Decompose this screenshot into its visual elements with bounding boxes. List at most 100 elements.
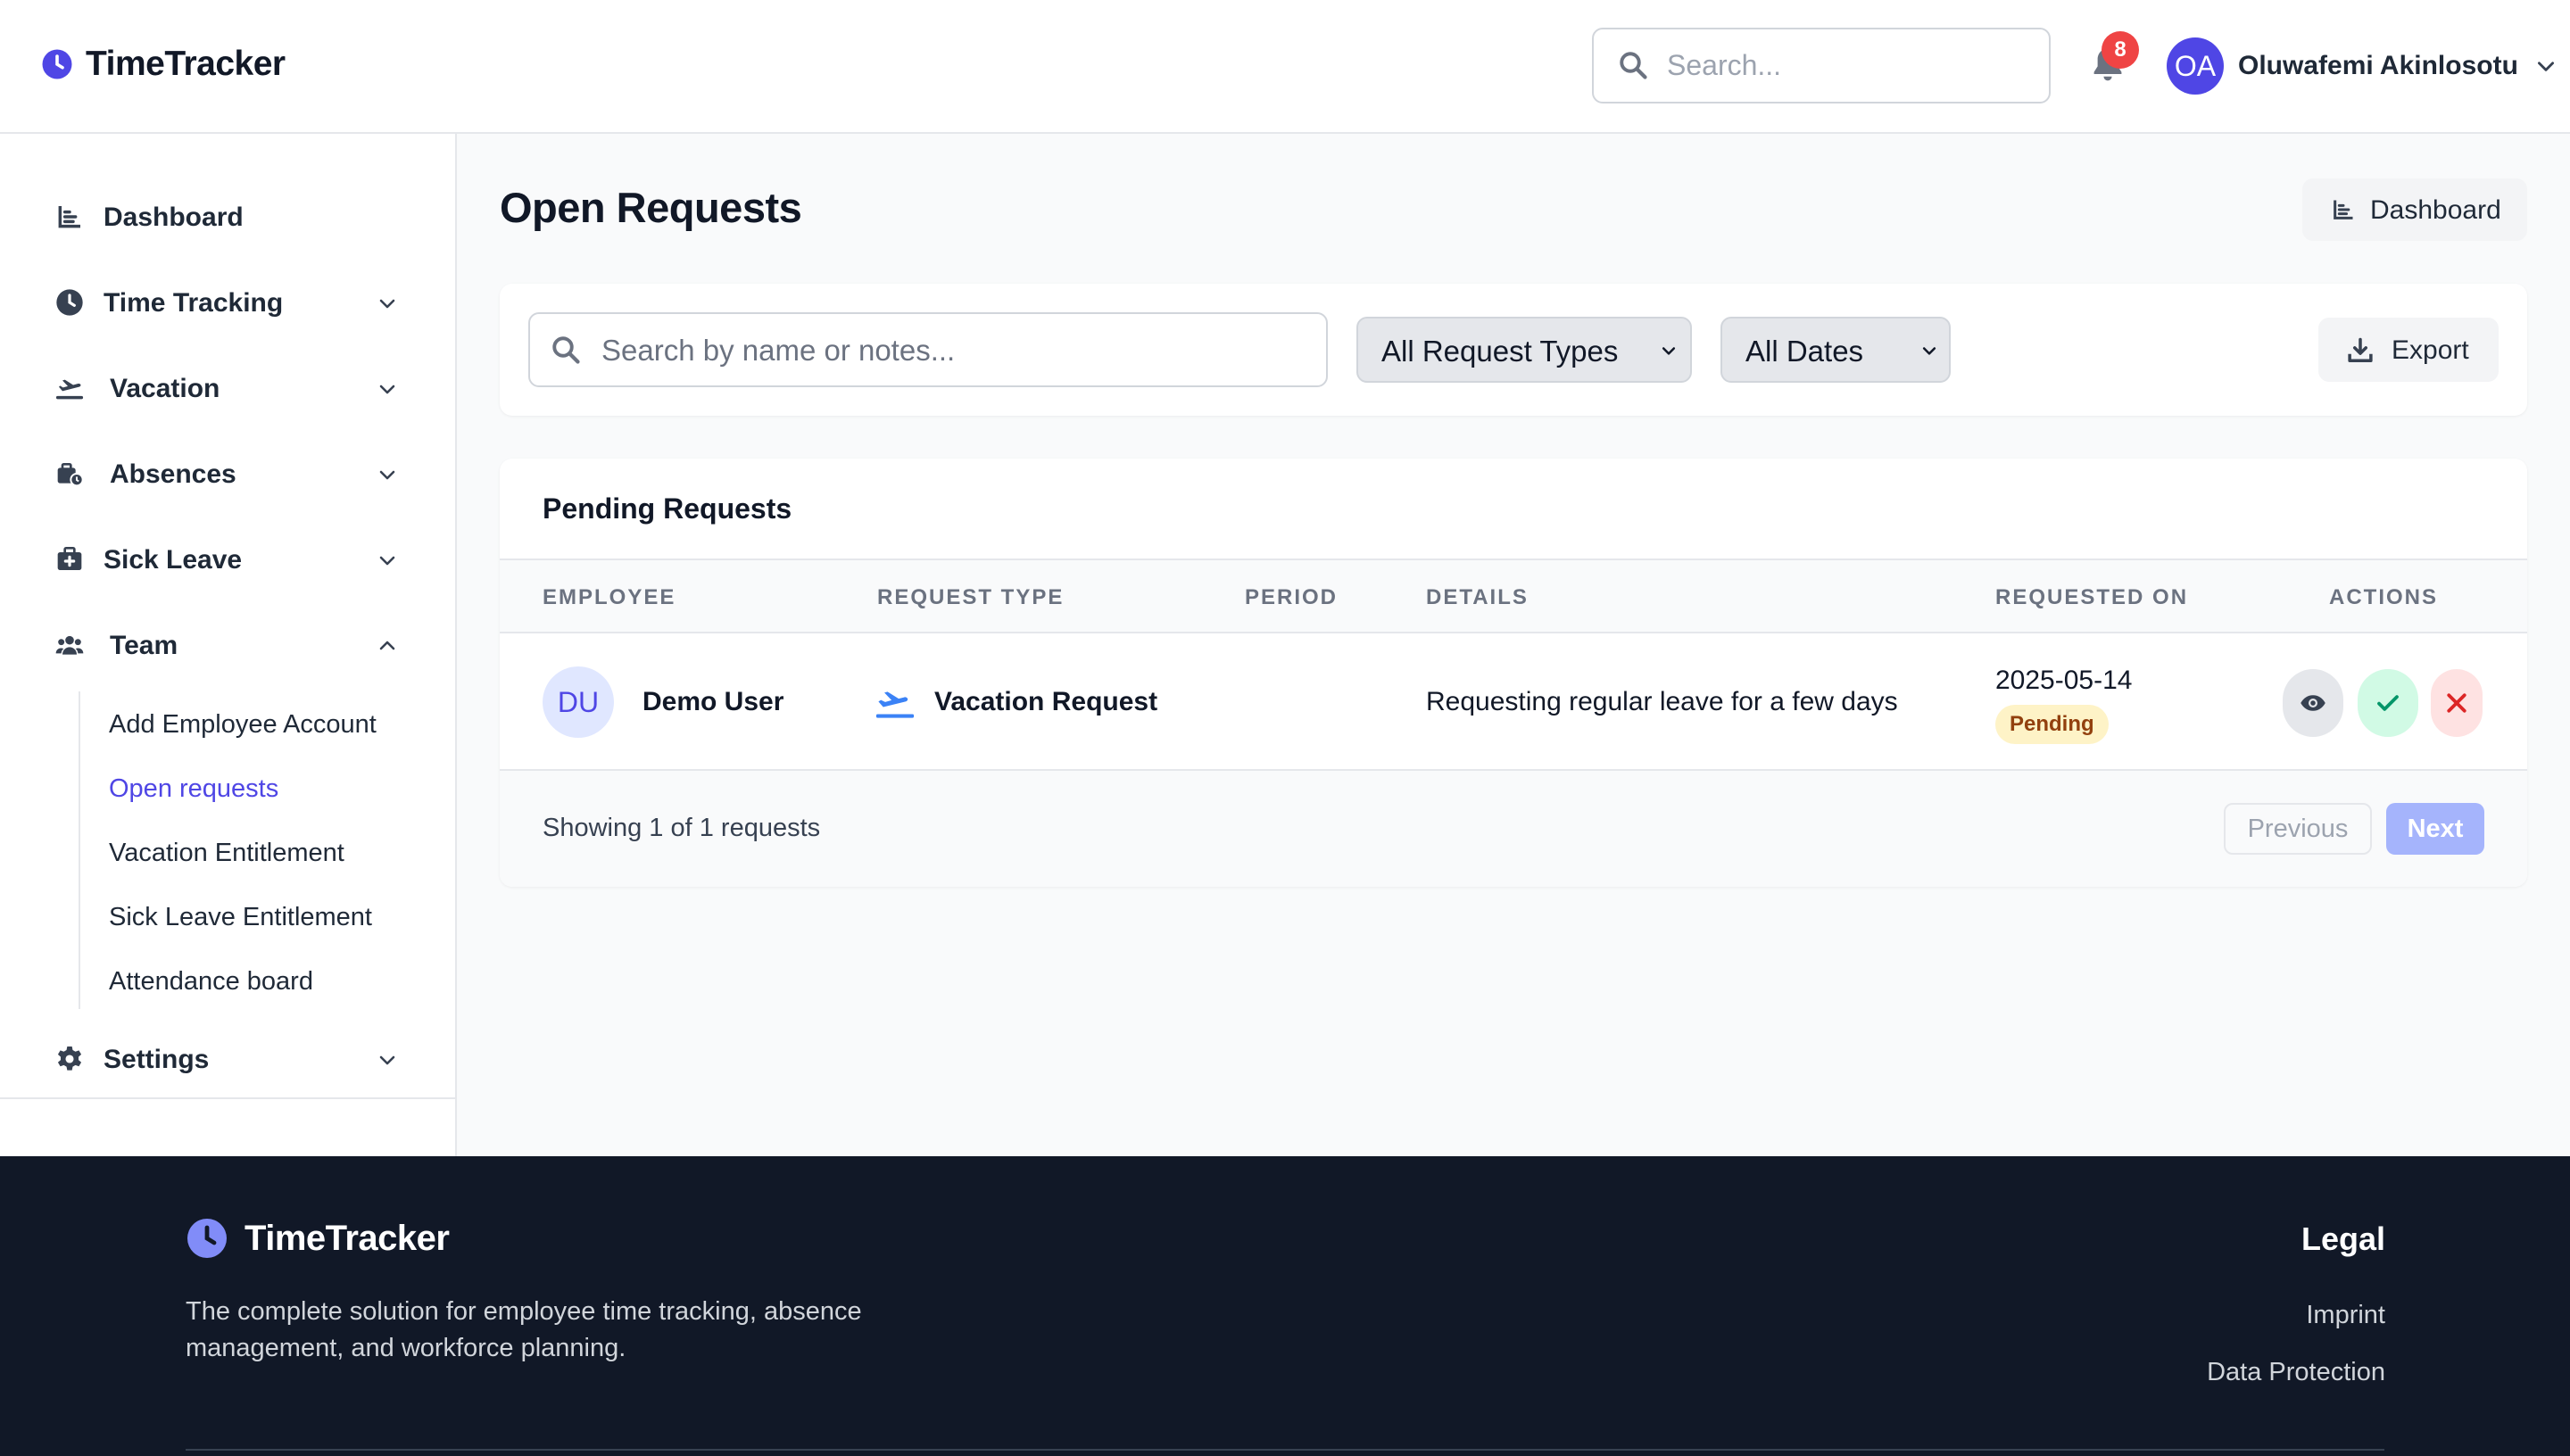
chevron-down-icon — [379, 385, 395, 394]
column-header: ACTIONS — [2329, 585, 2438, 609]
table-header: EMPLOYEE REQUEST TYPE PERIOD DETAILS REQ… — [500, 558, 2527, 633]
request-details: Requesting regular leave for a few days — [1426, 687, 1898, 716]
chevron-down-icon — [1922, 347, 1936, 355]
date-select[interactable]: All Dates — [1720, 317, 1951, 383]
chevron-down-icon — [1662, 347, 1676, 355]
sidebar-item-label: Settings — [104, 1045, 210, 1074]
filter-bar: All Request Types All Dates Export — [500, 284, 2527, 416]
date-value: All Dates — [1745, 335, 1864, 368]
sidebar-item-label: Sick Leave — [104, 545, 243, 575]
sidebar-subitem-open-requests[interactable]: Open requests — [109, 774, 278, 804]
team-icon — [55, 635, 84, 655]
clock-icon — [56, 289, 83, 316]
chevron-down-icon — [379, 1055, 395, 1065]
search-icon — [552, 336, 580, 364]
card-title: Pending Requests — [543, 492, 792, 525]
sidebar-item-vacation[interactable]: Vacation — [32, 357, 416, 419]
footer-link-data-protection[interactable]: Data Protection — [2207, 1358, 2385, 1387]
footer-brand: TimeTracker — [186, 1217, 450, 1260]
request-type: Vacation Request — [934, 687, 1158, 716]
employee-name: Demo User — [642, 687, 784, 716]
pagination-summary: Showing 1 of 1 requests — [543, 814, 821, 842]
medkit-icon — [57, 547, 82, 570]
column-header: PERIOD — [1245, 585, 1339, 609]
next-button[interactable]: Next — [2386, 803, 2484, 855]
chevron-down-icon — [379, 556, 395, 566]
sidebar-divider — [0, 1097, 455, 1099]
previous-button[interactable]: Previous — [2224, 803, 2372, 855]
column-header: EMPLOYEE — [543, 585, 676, 609]
chevron-down-icon — [2537, 62, 2554, 71]
footer: TimeTracker The complete solution for em… — [0, 1156, 2570, 1456]
footer-tagline: The complete solution for employee time … — [186, 1297, 862, 1362]
request-type-select[interactable]: All Request Types — [1356, 317, 1692, 383]
pending-requests-card: Pending Requests EMPLOYEE REQUEST TYPE P… — [500, 459, 2527, 887]
global-search-input[interactable] — [1667, 38, 2033, 92]
request-type-value: All Request Types — [1381, 335, 1619, 368]
user-name: Oluwafemi Akinlosotu — [2238, 51, 2518, 80]
table-row: DU Demo User Vacation Request Requesting… — [500, 633, 2527, 771]
brand-name: TimeTracker — [86, 45, 286, 83]
sidebar-item-label: Vacation — [110, 374, 220, 403]
submenu-rule — [79, 691, 80, 1009]
export-button[interactable]: Export — [2318, 318, 2499, 382]
export-button-label: Export — [2392, 335, 2469, 365]
table-footer: Showing 1 of 1 requests Previous Next — [500, 771, 2527, 887]
sidebar-item-label: Dashboard — [104, 203, 244, 232]
column-header: DETAILS — [1426, 585, 1529, 609]
sidebar-subitem-sick-leave-entitlement[interactable]: Sick Leave Entitlement — [109, 903, 372, 932]
status-badge: Pending — [1995, 705, 2109, 744]
column-header: REQUESTED ON — [1995, 585, 2189, 609]
view-button[interactable] — [2283, 669, 2343, 737]
dashboard-button-label: Dashboard — [2370, 195, 2501, 225]
brand[interactable]: TimeTracker — [41, 45, 286, 84]
footer-brand-name: TimeTracker — [245, 1218, 450, 1258]
sidebar-item-time-tracking[interactable]: Time Tracking — [32, 271, 416, 334]
check-icon — [2377, 695, 2399, 711]
chart-icon — [58, 206, 80, 228]
sidebar-item-dashboard[interactable]: Dashboard — [32, 186, 416, 248]
footer-link-imprint[interactable]: Imprint — [2306, 1301, 2385, 1330]
requested-on: 2025-05-14 — [1995, 666, 2133, 695]
sidebar: Dashboard Time Tracking Vacation Absence… — [0, 134, 457, 1156]
page-title: Open Requests — [500, 184, 802, 231]
sidebar-item-settings[interactable]: Settings — [32, 1028, 416, 1090]
sidebar-item-label: Team — [110, 631, 178, 660]
close-icon — [2447, 693, 2466, 713]
chevron-down-icon — [379, 470, 395, 480]
sidebar-item-sick-leave[interactable]: Sick Leave — [32, 528, 416, 591]
sidebar-item-label: Time Tracking — [104, 288, 284, 318]
absence-icon — [57, 463, 84, 487]
gear-icon — [57, 1046, 82, 1071]
avatar: DU — [543, 666, 614, 738]
request-search[interactable] — [528, 312, 1328, 387]
request-search-input[interactable] — [601, 324, 1306, 377]
sidebar-item-absences[interactable]: Absences — [32, 443, 416, 505]
clock-logo-icon — [187, 1219, 227, 1258]
sidebar-item-team[interactable]: Team — [32, 614, 416, 676]
sidebar-subitem-attendance-board[interactable]: Attendance board — [109, 967, 313, 997]
chart-icon — [2334, 200, 2353, 219]
user-menu[interactable]: OA Oluwafemi Akinlosotu — [2167, 37, 2558, 95]
global-search[interactable] — [1592, 28, 2051, 103]
clock-logo-icon — [42, 49, 72, 79]
sidebar-subitem-add-employee[interactable]: Add Employee Account — [109, 710, 377, 740]
sidebar-subitem-vacation-entitlement[interactable]: Vacation Entitlement — [109, 839, 344, 868]
eye-icon — [2301, 695, 2325, 711]
chevron-down-icon — [379, 299, 395, 309]
column-header: REQUEST TYPE — [877, 585, 1065, 609]
download-icon — [2348, 337, 2373, 362]
approve-button[interactable] — [2358, 669, 2418, 737]
chevron-up-icon — [379, 641, 395, 650]
reject-button[interactable] — [2431, 669, 2483, 737]
search-icon — [1620, 52, 1647, 79]
dashboard-button[interactable]: Dashboard — [2302, 178, 2527, 241]
footer-legal-title: Legal — [2301, 1220, 2385, 1257]
plane-icon — [876, 691, 914, 718]
top-header: TimeTracker 8 OA Oluwafemi Akinlosotu — [0, 0, 2570, 134]
sidebar-item-label: Absences — [110, 459, 236, 489]
avatar: OA — [2167, 37, 2224, 95]
plane-icon — [55, 379, 84, 400]
notification-badge: 8 — [2102, 31, 2139, 69]
footer-divider — [186, 1449, 2384, 1451]
